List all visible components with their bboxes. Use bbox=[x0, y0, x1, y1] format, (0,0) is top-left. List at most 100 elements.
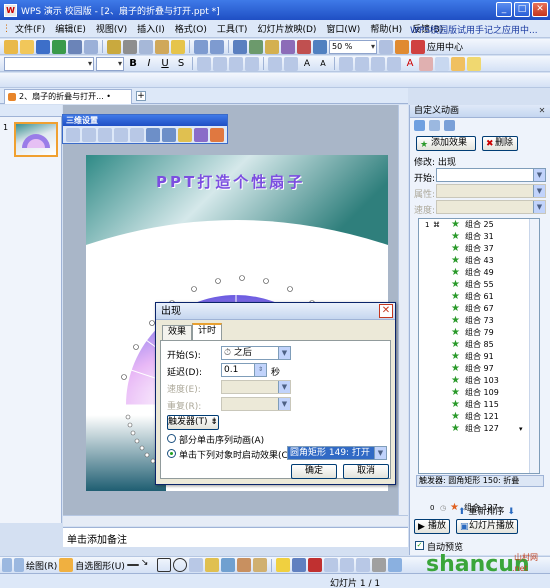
home-icon[interactable] bbox=[444, 120, 455, 131]
copy-icon[interactable] bbox=[139, 39, 153, 54]
tab-timing[interactable]: 计时 bbox=[192, 323, 223, 340]
spellcheck-icon[interactable] bbox=[107, 39, 121, 54]
menu-file[interactable]: 文件(F) bbox=[10, 22, 50, 35]
notes-area[interactable]: 单击添加备注 bbox=[63, 527, 408, 547]
3d-color-icon[interactable] bbox=[210, 128, 224, 142]
table-icon[interactable] bbox=[233, 39, 247, 54]
layout-icon[interactable] bbox=[451, 56, 465, 71]
print-icon[interactable] bbox=[68, 39, 82, 54]
sorter-view-icon[interactable] bbox=[14, 558, 24, 572]
diagram-icon[interactable] bbox=[220, 558, 235, 572]
line-color-icon[interactable] bbox=[291, 558, 306, 572]
animation-list-item[interactable]: ★ 组合 61 bbox=[419, 291, 539, 303]
bold-icon[interactable]: B bbox=[126, 57, 140, 71]
hyperlink-icon[interactable] bbox=[297, 39, 311, 54]
menu-view[interactable]: 视图(V) bbox=[91, 22, 132, 35]
3d-style-icon[interactable] bbox=[387, 558, 402, 572]
back-icon[interactable] bbox=[414, 120, 425, 131]
italic-icon[interactable]: I bbox=[142, 57, 156, 71]
animation-list-item[interactable]: ★ 组合 55 bbox=[419, 279, 539, 291]
ok-button[interactable]: 确定 bbox=[291, 464, 337, 479]
select-pointer-icon[interactable] bbox=[59, 558, 74, 572]
document-tab[interactable]: 2、扇子的折叠与打开... • bbox=[4, 89, 132, 104]
menu-edit[interactable]: 编辑(E) bbox=[50, 22, 91, 35]
workspace-horizontal-scrollbar[interactable] bbox=[63, 515, 408, 526]
undo-icon[interactable] bbox=[194, 39, 208, 54]
cancel-button[interactable]: 取消 bbox=[343, 464, 389, 479]
animation-list-item[interactable]: ★ 组合 43 bbox=[419, 255, 539, 267]
align-right-icon[interactable] bbox=[229, 56, 243, 71]
move-down-icon[interactable]: ⬇ bbox=[507, 507, 515, 517]
pane-start-select[interactable]: ▼ bbox=[436, 168, 546, 182]
new-slide-icon[interactable] bbox=[435, 56, 449, 71]
app-menu-icon[interactable]: ⋮ bbox=[0, 24, 11, 34]
animation-list-item[interactable]: ★ 组合 67 bbox=[419, 303, 539, 315]
cut-icon[interactable] bbox=[123, 39, 137, 54]
oval-tool-icon[interactable] bbox=[172, 558, 187, 572]
shadow-style-icon[interactable] bbox=[371, 558, 386, 572]
menu-slideshow[interactable]: 幻灯片放映(D) bbox=[252, 22, 321, 35]
line-tool-icon[interactable] bbox=[126, 564, 139, 566]
dash-style-icon[interactable] bbox=[339, 558, 354, 572]
align-center-icon[interactable] bbox=[213, 56, 227, 71]
paste-icon[interactable] bbox=[155, 39, 169, 54]
font-name-select[interactable] bbox=[4, 56, 94, 71]
align-left-icon[interactable] bbox=[197, 56, 211, 71]
dialog-close-button[interactable]: ✕ bbox=[379, 304, 393, 318]
play-button[interactable]: ▶ 播放 bbox=[414, 519, 450, 534]
text-color-icon[interactable] bbox=[307, 558, 322, 572]
app-center-icon[interactable] bbox=[411, 39, 425, 54]
format-painter-icon[interactable] bbox=[171, 39, 185, 54]
animation-list-item[interactable]: ★ 组合 103 bbox=[419, 375, 539, 387]
animation-list-item[interactable]: ★ 组合 121 bbox=[419, 411, 539, 423]
help-icon[interactable] bbox=[379, 39, 393, 54]
grid-icon[interactable] bbox=[313, 39, 327, 54]
slide-title[interactable]: PPT打造个性扇子 bbox=[156, 171, 305, 192]
design-icon[interactable] bbox=[419, 56, 433, 71]
direction-icon[interactable] bbox=[162, 128, 176, 142]
surface-icon[interactable] bbox=[194, 128, 208, 142]
increase-font-icon[interactable]: A bbox=[300, 57, 314, 71]
slideshow-button[interactable]: ▣ 幻灯片播放 bbox=[456, 519, 518, 534]
shadow-icon[interactable]: S bbox=[174, 57, 188, 71]
menu-format[interactable]: 格式(O) bbox=[170, 22, 212, 35]
font-size-select[interactable] bbox=[96, 56, 124, 71]
animation-list-item[interactable]: ★ 组合 79 bbox=[419, 327, 539, 339]
trigger-header[interactable]: 触发器: 圆角矩形 150: 折叠 bbox=[416, 475, 544, 487]
zoom-select[interactable]: 50 % bbox=[329, 39, 377, 54]
trigger-object-select[interactable]: 圆角矩形 149: 打开 ▼ bbox=[287, 446, 387, 460]
menu-window[interactable]: 窗口(W) bbox=[321, 22, 365, 35]
textbox-tool-icon[interactable] bbox=[188, 558, 203, 572]
menu-tools[interactable]: 工具(T) bbox=[212, 22, 253, 35]
3d-toggle-icon[interactable] bbox=[66, 128, 80, 142]
app-center-label[interactable]: 应用中心 bbox=[427, 40, 463, 53]
item-dropdown-icon[interactable]: ▾ bbox=[519, 423, 523, 435]
indent-icon[interactable] bbox=[339, 56, 353, 71]
tilt-down-icon[interactable] bbox=[82, 128, 96, 142]
normal-view-icon[interactable] bbox=[2, 558, 12, 572]
background-icon[interactable] bbox=[467, 56, 481, 71]
move-up-icon[interactable]: ⬆ bbox=[458, 507, 466, 517]
animation-list-item[interactable]: ★ 组合 127 ▾ bbox=[419, 423, 539, 435]
animation-list-item[interactable]: ★ 组合 115 bbox=[419, 399, 539, 411]
speed-select[interactable]: ▼ bbox=[221, 380, 291, 394]
radio-on-click-object[interactable] bbox=[167, 449, 176, 458]
decrease-font-icon[interactable]: A bbox=[316, 57, 330, 71]
arrow-tool-icon[interactable]: ↘ bbox=[141, 558, 155, 572]
animation-list-item[interactable]: ★ 组合 49 bbox=[419, 267, 539, 279]
new-tab-button[interactable]: + bbox=[136, 91, 146, 101]
rectangle-tool-icon[interactable] bbox=[156, 558, 171, 572]
menu-insert[interactable]: 插入(I) bbox=[132, 22, 170, 35]
animation-list-scrollbar[interactable] bbox=[529, 219, 539, 473]
clipart-icon[interactable] bbox=[236, 558, 251, 572]
draw-menu[interactable]: 绘图(R) bbox=[26, 559, 57, 572]
animation-list[interactable]: 1 ⌘ ★ 组合 25 ★ 组合 31 ★ 组合 37 ★ 组合 43 ★ 组合 49 ★ 组合 55 ★ 组… bbox=[418, 218, 540, 474]
animation-list-item[interactable]: ★ 组合 37 bbox=[419, 243, 539, 255]
new-icon[interactable] bbox=[4, 39, 18, 54]
radio-sequence[interactable] bbox=[167, 434, 176, 443]
redo-icon[interactable] bbox=[210, 39, 224, 54]
delay-input[interactable]: 0.1 ⇕ bbox=[221, 363, 267, 377]
arrow-style-icon[interactable] bbox=[355, 558, 370, 572]
underline-icon[interactable]: U bbox=[158, 57, 172, 71]
para-spacing-icon[interactable] bbox=[387, 56, 401, 71]
